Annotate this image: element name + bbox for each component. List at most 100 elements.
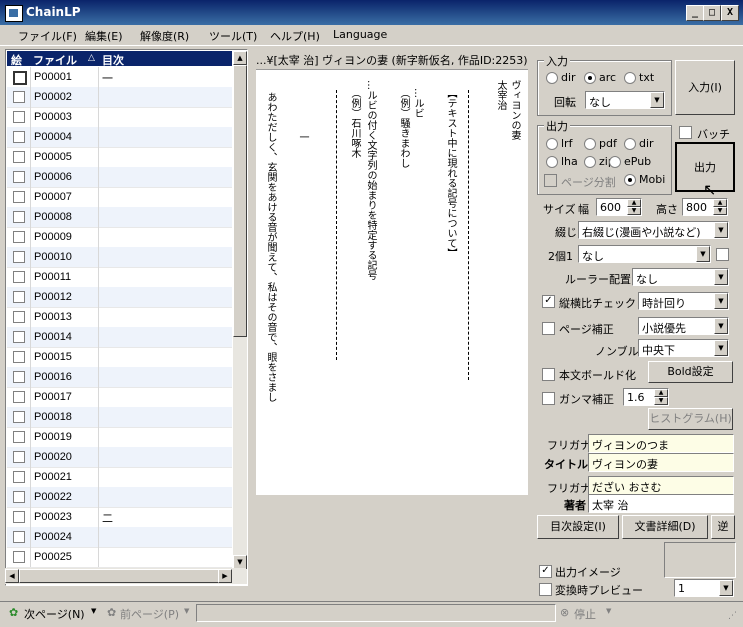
spin-up-icon[interactable]: ▲ (627, 199, 641, 207)
row-checkbox[interactable] (13, 411, 25, 423)
row-checkbox[interactable] (13, 371, 25, 383)
aspect-select[interactable]: 時計回り ▼ (638, 292, 729, 310)
list-horizontal-scrollbar[interactable]: ◀ ▶ (5, 568, 246, 584)
batch-checkbox[interactable] (679, 126, 692, 139)
spin-up-icon[interactable]: ▲ (654, 389, 668, 397)
two-up-select[interactable]: なし ▼ (578, 245, 711, 263)
list-vertical-scrollbar[interactable]: ▲ ▼ (233, 51, 247, 584)
page-split-checkbox[interactable] (544, 174, 557, 187)
table-row[interactable]: P00024 (7, 527, 232, 548)
page-correct-select[interactable]: 小説優先 ▼ (638, 317, 729, 335)
gamma-checkbox[interactable] (542, 392, 555, 405)
row-checkbox[interactable] (13, 151, 25, 163)
stop-button[interactable]: 停止 (574, 606, 596, 622)
table-row[interactable]: P00023 二 (7, 507, 232, 528)
ruler-select[interactable]: なし ▼ (632, 268, 729, 286)
header-file[interactable]: ファイル (33, 52, 77, 68)
binding-select[interactable]: 右綴じ(漫画や小説など) ▼ (578, 221, 729, 239)
scroll-up-icon[interactable]: ▲ (233, 51, 247, 65)
header-toc[interactable]: 目次 (102, 52, 124, 68)
input-button[interactable]: 入力(I) (675, 60, 735, 115)
menu-language[interactable]: Language (333, 28, 387, 41)
title-field[interactable]: ヴィヨンの妻 (588, 453, 734, 472)
convert-preview-select[interactable]: 1 ▼ (674, 579, 734, 597)
hscroll-thumb[interactable] (19, 569, 219, 583)
header-pic[interactable]: 絵 (11, 52, 22, 68)
table-row[interactable]: P00001 一 (7, 67, 232, 88)
menu-file[interactable]: ファイル(F) (18, 28, 77, 44)
table-row[interactable]: P00019 (7, 427, 232, 448)
row-checkbox[interactable] (13, 331, 25, 343)
prev-page-button[interactable]: 前ページ(P) (120, 606, 179, 622)
maximize-button[interactable]: □ (703, 5, 721, 21)
row-checkbox[interactable] (13, 551, 25, 563)
gamma-spinner[interactable]: 1.6 ▲ ▼ (623, 388, 669, 406)
author-furigana-field[interactable]: だざい おさむ (588, 476, 734, 495)
table-row[interactable]: P00003 (7, 107, 232, 128)
spin-up-icon[interactable]: ▲ (713, 199, 727, 207)
row-checkbox[interactable] (13, 91, 25, 103)
title-bar[interactable]: ChainLP _ □ X (0, 0, 743, 25)
row-checkbox[interactable] (13, 291, 25, 303)
nombre-select[interactable]: 中央下 ▼ (638, 339, 729, 357)
menu-help[interactable]: ヘルプ(H) (270, 28, 320, 44)
menu-tools[interactable]: ツール(T) (209, 28, 257, 44)
table-row[interactable]: P00005 (7, 147, 232, 168)
row-checkbox[interactable] (13, 171, 25, 183)
table-row[interactable]: P00014 (7, 327, 232, 348)
output-radio-lrf[interactable] (546, 138, 558, 150)
row-checkbox[interactable] (13, 211, 25, 223)
bold-settings-button[interactable]: Bold設定 (648, 361, 733, 383)
row-checkbox[interactable] (13, 251, 25, 263)
histogram-button[interactable]: ヒストグラム(H) (648, 408, 733, 430)
row-checkbox[interactable] (13, 311, 25, 323)
spin-down-icon[interactable]: ▼ (713, 207, 727, 215)
row-checkbox[interactable] (13, 511, 25, 523)
row-checkbox[interactable] (13, 451, 25, 463)
table-row[interactable]: P00006 (7, 167, 232, 188)
input-radio-dir[interactable] (546, 72, 558, 84)
height-spinner[interactable]: 800 ▲ ▼ (682, 198, 728, 216)
next-page-button[interactable]: 次ページ(N) (24, 606, 85, 622)
bold-checkbox[interactable] (542, 368, 555, 381)
table-row[interactable]: P00002 (7, 87, 232, 108)
reverse-button[interactable]: 逆 (711, 515, 735, 539)
title-furigana-field[interactable]: ヴィヨンのつま (588, 434, 734, 453)
aspect-checkbox[interactable]: ✓ (542, 295, 555, 308)
chevron-down-icon[interactable]: ▼ (91, 607, 96, 615)
output-radio-pdf[interactable] (584, 138, 596, 150)
scroll-left-icon[interactable]: ◀ (5, 569, 19, 583)
spin-down-icon[interactable]: ▼ (654, 397, 668, 405)
output-radio-mobi[interactable] (624, 174, 636, 186)
output-radio-dir[interactable] (624, 138, 636, 150)
table-row[interactable]: P00013 (7, 307, 232, 328)
chevron-down-icon[interactable]: ▼ (606, 607, 611, 615)
file-list[interactable]: 絵 ファイル △ 目次 P00001 一 P00002 P00003 P00004 P00… (5, 49, 248, 586)
minimize-button[interactable]: _ (686, 5, 704, 21)
input-radio-txt[interactable] (624, 72, 636, 84)
resize-grip-icon[interactable]: ⋰ (728, 611, 737, 621)
two-up-checkbox[interactable] (716, 248, 729, 261)
app-icon[interactable] (5, 5, 23, 22)
input-radio-arc[interactable] (584, 72, 596, 84)
row-checkbox[interactable] (13, 471, 25, 483)
table-row[interactable]: P00010 (7, 247, 232, 268)
author-field[interactable]: 太宰 治 (588, 494, 734, 513)
close-button[interactable]: X (721, 5, 739, 21)
row-checkbox[interactable] (13, 531, 25, 543)
row-checkbox[interactable] (13, 131, 25, 143)
table-row[interactable]: P00025 (7, 547, 232, 568)
table-row[interactable]: P00022 (7, 487, 232, 508)
width-spinner[interactable]: 600 ▲ ▼ (596, 198, 642, 216)
row-checkbox[interactable] (13, 491, 25, 503)
convert-preview-checkbox[interactable] (539, 583, 552, 596)
menu-edit[interactable]: 編集(E) (85, 28, 123, 44)
output-image-checkbox[interactable]: ✓ (539, 565, 552, 578)
row-checkbox[interactable] (13, 71, 27, 85)
row-checkbox[interactable] (13, 231, 25, 243)
scroll-thumb[interactable] (233, 65, 247, 337)
table-row[interactable]: P00008 (7, 207, 232, 228)
table-row[interactable]: P00018 (7, 407, 232, 428)
doc-details-button[interactable]: 文書詳細(D) (622, 515, 708, 539)
table-row[interactable]: P00015 (7, 347, 232, 368)
